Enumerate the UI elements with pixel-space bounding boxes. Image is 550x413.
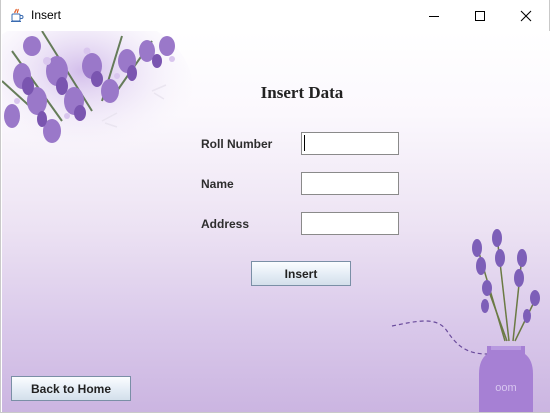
back-to-home-button[interactable]: Back to Home xyxy=(11,376,131,401)
roll-number-input[interactable] xyxy=(301,132,399,155)
close-button[interactable] xyxy=(503,0,549,31)
vase-text: oom xyxy=(495,382,516,394)
name-label: Name xyxy=(201,177,234,191)
lavender-flowers-image xyxy=(2,31,192,161)
roll-number-label: Roll Number xyxy=(201,137,273,151)
text-caret xyxy=(304,135,305,151)
minimize-button[interactable] xyxy=(411,0,457,31)
java-cup-icon xyxy=(9,7,25,23)
maximize-button[interactable] xyxy=(457,0,503,31)
close-icon xyxy=(520,10,532,21)
insert-window: Insert oom Insert Data Roll Number Name … xyxy=(0,0,550,413)
title-bar[interactable]: Insert xyxy=(1,0,549,31)
minimize-icon xyxy=(429,15,439,17)
maximize-icon xyxy=(475,10,485,21)
page-title: Insert Data xyxy=(260,83,344,102)
insert-button[interactable]: Insert xyxy=(251,261,351,286)
window-title: Insert xyxy=(31,8,62,22)
lavender-vase-image: oom xyxy=(391,229,540,412)
address-input[interactable] xyxy=(301,212,399,235)
address-label: Address xyxy=(201,217,250,231)
name-input[interactable] xyxy=(301,172,399,195)
content-panel: oom Insert Data Roll Number Name Address… xyxy=(2,31,550,412)
